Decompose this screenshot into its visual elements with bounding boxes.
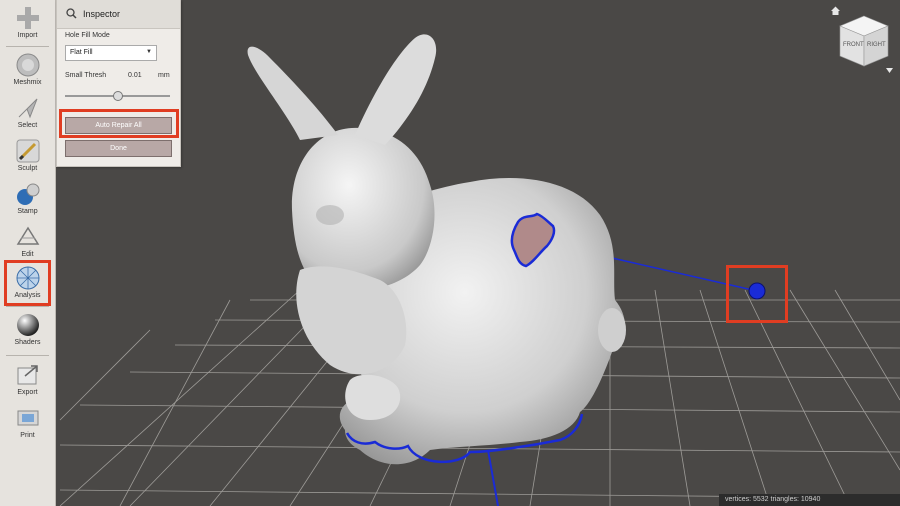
export-icon (17, 365, 38, 385)
tool-sculpt[interactable]: Sculpt (0, 138, 55, 172)
select-arrow-icon (18, 98, 37, 119)
tool-stamp[interactable]: Stamp (0, 181, 55, 215)
print-icon (17, 410, 38, 426)
auto-repair-highlight (59, 109, 179, 138)
done-button[interactable]: Done (65, 140, 172, 157)
view-menu-arrow-icon[interactable] (885, 62, 894, 73)
search-icon (66, 8, 77, 19)
cube-front-label: FRONT (843, 42, 864, 48)
analysis-tool-highlight (4, 260, 51, 306)
inspector-header: Inspector (57, 0, 180, 29)
small-thresh-label: Small Thresh (65, 72, 107, 79)
hole-fill-mode-label: Hole Fill Mode (65, 32, 110, 39)
home-icon[interactable] (830, 3, 841, 15)
plus-icon (16, 7, 39, 29)
view-cube[interactable]: FRONT RIGHT (836, 14, 892, 70)
small-thresh-unit: mm (158, 72, 170, 79)
stamp-icon (16, 183, 39, 205)
meshmix-icon (16, 53, 39, 77)
tool-shaders[interactable]: Shaders (0, 312, 55, 346)
tool-edit[interactable]: Edit (0, 224, 55, 258)
small-thresh-slider-handle[interactable] (112, 91, 123, 101)
hole-fill-mode-select[interactable]: Flat Fill ▼ (65, 45, 157, 61)
hole-marker-highlight (726, 265, 788, 323)
tool-meshmix[interactable]: Meshmix (0, 52, 55, 86)
sphere-icon (16, 314, 39, 336)
mesh-stats: vertices: 5532 triangles: 10940 (719, 494, 900, 506)
tool-export[interactable]: Export (0, 362, 55, 396)
small-thresh-value[interactable]: 0.01 (128, 72, 142, 79)
cube-right-label: RIGHT (867, 42, 886, 48)
inspector-title: Inspector (83, 9, 121, 19)
tool-select[interactable]: Select (0, 95, 55, 129)
tool-import[interactable]: Import (0, 5, 55, 39)
edit-icon (16, 226, 39, 245)
left-toolbar: Import Meshmix Select Sculpt Stamp Edit … (0, 0, 56, 506)
inspector-panel: Inspector Hole Fill Mode Flat Fill ▼ Sma… (56, 0, 181, 167)
tool-print[interactable]: Print (0, 405, 55, 439)
brush-icon (16, 139, 39, 163)
chevron-down-icon: ▼ (146, 49, 152, 55)
